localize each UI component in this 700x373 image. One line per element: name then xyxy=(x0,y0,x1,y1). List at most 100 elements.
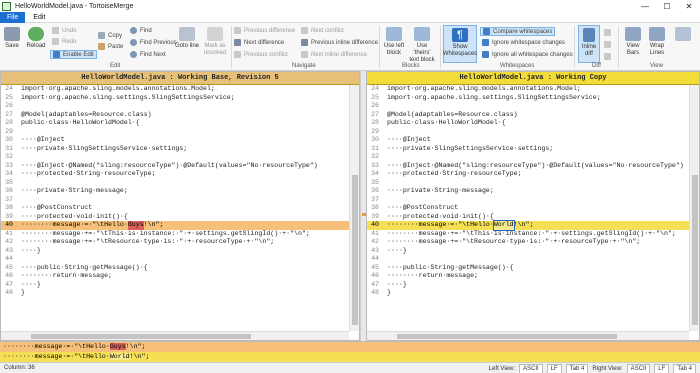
code-line[interactable]: 43 ····} xyxy=(1,247,359,256)
code-line[interactable]: 33 ····@Inject·@Named("sling:resourceType… xyxy=(367,162,699,171)
previous-difference-button[interactable]: Previous difference xyxy=(234,27,295,34)
code-line[interactable]: 36 ····private·String·message; xyxy=(367,187,699,196)
code-line[interactable]: 47 ····} xyxy=(1,281,359,290)
code-line[interactable]: 37 xyxy=(367,196,699,205)
code-line[interactable]: 31 ····private·SlingSettingsService·setti… xyxy=(367,145,699,154)
use-left-block-button[interactable]: Use left block xyxy=(382,27,406,57)
code-line[interactable]: 36 ····private·String·message; xyxy=(1,187,359,196)
previous-inline-difference-button[interactable]: Previous inline difference xyxy=(301,39,378,46)
use-theirs-block-button[interactable]: Use 'theirs' text block xyxy=(408,27,436,64)
next-inline-difference-button[interactable]: Next inline difference xyxy=(301,51,367,58)
code-line[interactable]: 48} xyxy=(1,289,359,298)
right-vertical-scrollbar[interactable] xyxy=(689,85,699,331)
code-line[interactable]: 40 ········message·=·"\tHello· World !\n"; xyxy=(367,220,699,231)
code-line[interactable]: 30 ····@Inject xyxy=(1,136,359,145)
code-line[interactable]: 35 xyxy=(1,179,359,188)
find-next-button[interactable]: Find Next xyxy=(130,51,166,58)
code-line[interactable]: 34 ····protected·String·resourceType; xyxy=(367,170,699,179)
enable-edit-button[interactable]: Enable Edit xyxy=(50,50,97,59)
code-line[interactable]: 46 ········return·message; xyxy=(1,272,359,281)
menu-edit[interactable]: Edit xyxy=(25,14,53,21)
wrap-lines-button[interactable]: Wrap Lines xyxy=(646,27,668,57)
diff-option-1[interactable] xyxy=(604,29,614,36)
code-line[interactable]: 37 xyxy=(1,196,359,205)
close-button[interactable]: ✕ xyxy=(678,0,700,12)
next-conflict-button[interactable]: Next conflict xyxy=(301,27,344,34)
code-line[interactable]: 39 ····protected·void·init()·{ xyxy=(1,213,359,222)
mark-resolved-button[interactable]: Mark as resolved xyxy=(201,27,229,57)
left-encoding-dropdown[interactable]: ASCII xyxy=(519,363,543,373)
code-line[interactable]: 41 ········message·+=·"\tThis·is·instance… xyxy=(367,230,699,239)
code-line[interactable]: 32 xyxy=(367,153,699,162)
find-button[interactable]: Find xyxy=(130,27,152,34)
paste-button[interactable]: Paste xyxy=(98,43,123,50)
right-encoding-dropdown[interactable]: ASCII xyxy=(626,363,651,373)
next-difference-button[interactable]: Next difference xyxy=(234,39,284,46)
code-line[interactable]: 35 xyxy=(367,179,699,188)
code-line[interactable]: 43 ····} xyxy=(367,247,699,256)
code-line[interactable]: 24 import·org.apache.sling.models.annotat… xyxy=(1,85,359,94)
menu-file[interactable]: File xyxy=(0,11,26,23)
right-tab-dropdown[interactable]: Tab 4 xyxy=(673,363,696,373)
code-line[interactable]: 25 import·org.apache.sling.settings.Sling… xyxy=(1,94,359,103)
previous-conflict-button[interactable]: Previous conflict xyxy=(234,51,288,58)
code-line[interactable]: 38 ····@PostConstruct xyxy=(367,204,699,213)
inline-diff-button[interactable]: Inline diff xyxy=(578,25,600,63)
code-line[interactable]: 45 ····public·String·getMessage()·{ xyxy=(367,264,699,273)
left-code-view[interactable]: 24 import·org.apache.sling.models.annotat… xyxy=(1,85,359,298)
left-tab-dropdown[interactable]: Tab 4 xyxy=(565,363,589,373)
diff-option-2[interactable] xyxy=(604,41,614,48)
view-bars-button[interactable]: View Bars xyxy=(621,27,645,57)
code-line[interactable]: 34 ····protected·String·resourceType; xyxy=(1,170,359,179)
view-options-button[interactable] xyxy=(670,27,696,43)
code-line[interactable]: 44 xyxy=(1,255,359,264)
maximize-button[interactable]: ☐ xyxy=(656,0,678,12)
code-line[interactable]: 29 xyxy=(367,128,699,137)
goto-line-button[interactable]: Goto line xyxy=(175,27,199,50)
right-horizontal-scrollbar[interactable] xyxy=(367,331,689,340)
code-line[interactable]: 28 public·class·HelloWorldModel·{ xyxy=(367,119,699,128)
code-line[interactable]: 41 ········message·+=·"\tThis·is·instance… xyxy=(1,230,359,239)
left-eol-dropdown[interactable]: LF xyxy=(546,363,562,373)
ignore-whitespace-changes-option[interactable]: Ignore whitespace changes xyxy=(482,39,565,46)
left-diff-pane[interactable]: HelloWorldModel.java : Working Base, Rev… xyxy=(0,71,360,341)
ignore-all-whitespace-option[interactable]: Ignore all whitespace changes xyxy=(482,51,573,58)
left-vertical-scrollbar[interactable] xyxy=(349,85,359,331)
code-line[interactable]: 38 ····@PostConstruct xyxy=(1,204,359,213)
code-line[interactable]: 33 ····@Inject·@Named("sling:resourceType… xyxy=(1,162,359,171)
undo-button[interactable]: Undo xyxy=(52,27,76,34)
code-line[interactable]: 25 import·org.apache.sling.settings.Sling… xyxy=(367,94,699,103)
scrollbar-thumb[interactable] xyxy=(31,334,251,339)
code-line[interactable]: 42 ········message·+=·"\tResource·type·is… xyxy=(367,238,699,247)
code-line[interactable]: 45 ····public·String·getMessage()·{ xyxy=(1,264,359,273)
code-line[interactable]: 40 ········message·=·"\tHello· Guys !\n"; xyxy=(1,221,359,230)
scrollbar-thumb[interactable] xyxy=(692,175,698,325)
reload-button[interactable]: Reload xyxy=(24,27,48,50)
code-line[interactable]: 39 ····protected·void·init()·{ xyxy=(367,213,699,222)
code-line[interactable]: 32 xyxy=(1,153,359,162)
right-diff-pane[interactable]: HelloWorldModel.java : Working Copy 24 im… xyxy=(366,71,700,341)
code-line[interactable]: 29 xyxy=(1,128,359,137)
code-line[interactable]: 42 ········message·+=·"\tResource·type·is… xyxy=(1,238,359,247)
minimize-button[interactable]: — xyxy=(634,0,656,12)
code-line[interactable]: 28 public·class·HelloWorldModel·{ xyxy=(1,119,359,128)
diff-option-3[interactable] xyxy=(604,53,614,60)
code-line[interactable]: 47 ····} xyxy=(367,281,699,290)
right-code-view[interactable]: 24 import·org.apache.sling.models.annotat… xyxy=(367,85,699,298)
save-button[interactable]: Save xyxy=(2,27,22,50)
code-line[interactable]: 24 import·org.apache.sling.models.annotat… xyxy=(367,85,699,94)
code-line[interactable]: 26 xyxy=(367,102,699,111)
redo-button[interactable]: Redo xyxy=(52,38,76,45)
code-line[interactable]: 27 @Model(adaptables=Resource.class) xyxy=(1,111,359,120)
code-line[interactable]: 44 xyxy=(367,255,699,264)
code-line[interactable]: 46 ········return·message; xyxy=(367,272,699,281)
right-eol-dropdown[interactable]: LF xyxy=(654,363,670,373)
find-previous-button[interactable]: Find Previous xyxy=(130,39,177,46)
scrollbar-thumb[interactable] xyxy=(397,334,617,339)
compare-whitespaces-option[interactable]: Compare whitespaces xyxy=(480,27,556,36)
code-line[interactable]: 26 xyxy=(1,102,359,111)
copy-button[interactable]: Copy xyxy=(98,32,122,39)
show-whitespaces-button[interactable]: ¶ Show Whitespaces xyxy=(443,25,477,63)
code-line[interactable]: 48} xyxy=(367,289,699,298)
code-line[interactable]: 30 ····@Inject xyxy=(367,136,699,145)
